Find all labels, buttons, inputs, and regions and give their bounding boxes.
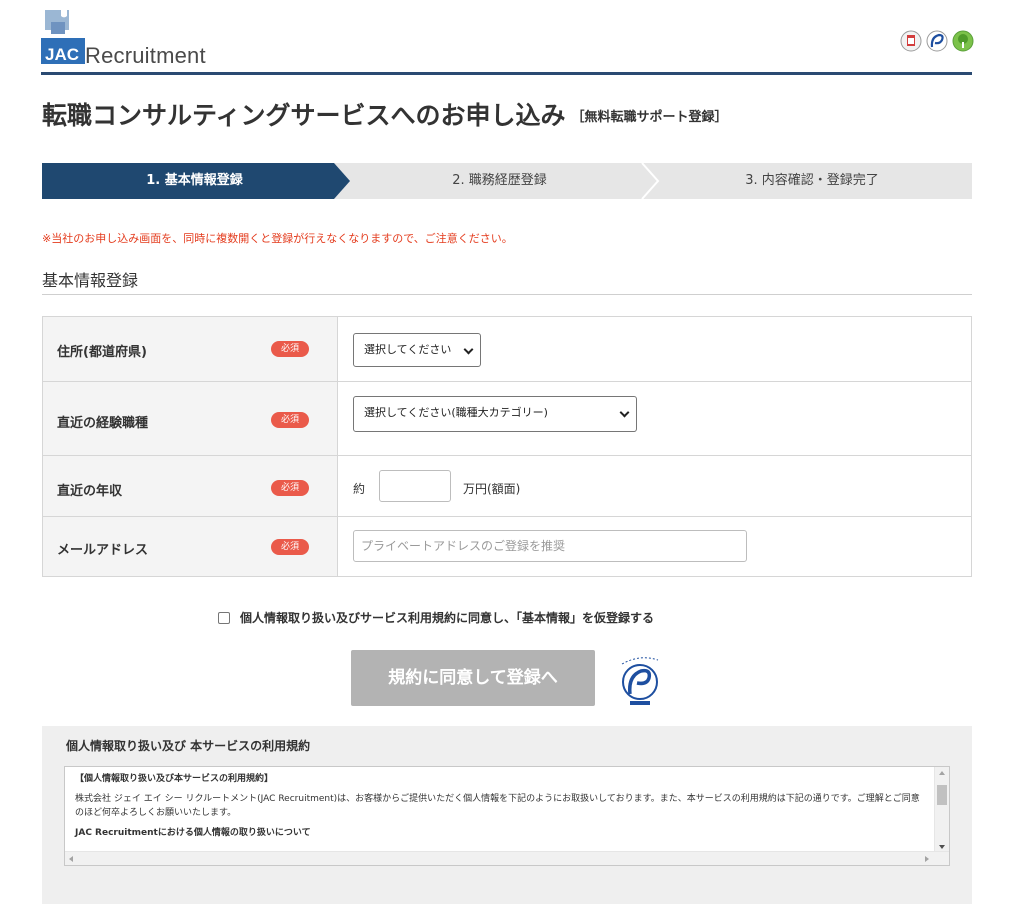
progress-steps: 1. 基本情報登録 2. 職務経歴登録 3. 内容確認・登録完了	[42, 163, 972, 199]
section-divider	[42, 294, 972, 295]
submit-button[interactable]: 規約に同意して登録へ	[351, 650, 595, 706]
prefecture-select-value: 選択してください	[364, 343, 452, 356]
scrollbar-thumb[interactable]	[937, 785, 947, 805]
form-row-job-category: 直近の経験職種 必須 選択してください(職種大カテゴリー)	[43, 382, 971, 456]
terms-title: 個人情報取り扱い及び 本サービスの利用規約	[66, 739, 311, 753]
job-category-select[interactable]: 選択してください(職種大カテゴリー)	[353, 396, 637, 432]
section-title: 基本情報登録	[42, 271, 139, 290]
site-header: JAC Recruitment	[0, 0, 1024, 78]
prefecture-select[interactable]: 選択してください	[353, 333, 481, 367]
agree-checkbox[interactable]	[218, 611, 230, 624]
scroll-down-icon[interactable]	[939, 845, 945, 849]
email-placeholder: プライベートアドレスのご登録を推奨	[361, 539, 566, 553]
jac-logo[interactable]: JAC Recruitment	[41, 8, 211, 68]
prefecture-label: 住所(都道府県)	[57, 345, 147, 360]
income-input[interactable]	[379, 470, 451, 502]
terms-content: 【個人情報取り扱い及び本サービスの利用規約】 株式会社 ジェイ エイ シー リク…	[75, 772, 925, 840]
warning-notice: ※当社のお申し込み画面を、同時に複数開くと登録が行えなくなりますので、ご注意くだ…	[42, 232, 513, 245]
step-2: 2. 職務経歴登録	[452, 173, 547, 188]
required-badge: 必須	[271, 341, 309, 357]
terms-section: 個人情報取り扱い及び 本サービスの利用規約 【個人情報取り扱い及び本サービスの利…	[42, 726, 972, 904]
income-label: 直近の年収	[57, 484, 123, 499]
badge-group	[900, 30, 974, 52]
logo-mark-text: JAC	[45, 45, 79, 64]
chevron-down-icon	[463, 344, 474, 355]
terms-subheading: JAC Recruitmentにおける個人情報の取り扱いについて	[75, 828, 311, 838]
row-label-cell: 直近の年収 必須	[43, 456, 338, 516]
scroll-left-icon[interactable]	[69, 856, 73, 862]
terms-heading: 【個人情報取り扱い及び本サービスの利用規約】	[75, 774, 274, 784]
row-field-cell: 選択してください(職種大カテゴリー)	[339, 382, 971, 455]
agree-row[interactable]: 個人情報取り扱い及びサービス利用規約に同意し、「基本情報」を仮登録する	[218, 609, 654, 626]
vertical-scrollbar[interactable]	[934, 767, 949, 853]
row-label-cell: メールアドレス 必須	[43, 517, 338, 576]
income-prefix: 約	[353, 482, 366, 496]
required-badge: 必須	[271, 480, 309, 496]
form-row-prefecture: 住所(都道府県) 必須 選択してください	[43, 317, 971, 382]
header-divider	[41, 72, 972, 75]
row-label-cell: 住所(都道府県) 必須	[43, 317, 338, 381]
row-field-cell: プライベートアドレスのご登録を推奨	[339, 517, 971, 576]
form-row-email: メールアドレス 必須 プライベートアドレスのご登録を推奨	[43, 517, 971, 576]
page-subtitle: ［無料転職サポート登録］	[571, 110, 728, 125]
job-category-label: 直近の経験職種	[57, 416, 149, 431]
required-badge: 必須	[271, 539, 309, 555]
privacy-seal-icon	[900, 30, 922, 52]
job-category-select-value: 選択してください(職種大カテゴリー)	[364, 406, 548, 419]
row-label-cell: 直近の経験職種 必須	[43, 382, 338, 455]
terms-body: 株式会社 ジェイ エイ シー リクルートメント(JAC Recruitment)…	[75, 794, 920, 818]
email-label: メールアドレス	[57, 543, 149, 558]
required-badge: 必須	[271, 412, 309, 428]
step-3: 3. 内容確認・登録完了	[745, 173, 879, 188]
agree-label[interactable]: 個人情報取り扱い及びサービス利用規約に同意し、「基本情報」を仮登録する	[240, 609, 654, 626]
scroll-right-icon[interactable]	[925, 856, 929, 862]
pmark-icon	[926, 30, 948, 52]
privacy-mark-icon	[621, 657, 659, 705]
terms-scroll-box[interactable]: 【個人情報取り扱い及び本サービスの利用規約】 株式会社 ジェイ エイ シー リク…	[64, 766, 950, 866]
eco-badge-icon	[952, 30, 974, 52]
scroll-up-icon[interactable]	[939, 771, 945, 775]
form-row-income: 直近の年収 必須 約 万円(額面)	[43, 456, 971, 517]
email-input[interactable]: プライベートアドレスのご登録を推奨	[353, 530, 747, 562]
chevron-down-icon	[619, 407, 630, 418]
logo-text: Recruitment	[85, 43, 206, 68]
basic-info-form: 住所(都道府県) 必須 選択してください 直近の経験職種 必須 選択してください…	[42, 316, 972, 577]
page-title: 転職コンサルティングサービスへのお申し込み ［無料転職サポート登録］	[42, 96, 728, 132]
row-field-cell: 約 万円(額面)	[339, 456, 971, 516]
horizontal-scrollbar[interactable]	[65, 851, 949, 865]
income-suffix: 万円(額面)	[463, 482, 521, 496]
page-title-text: 転職コンサルティングサービスへのお申し込み	[42, 101, 566, 130]
step-1: 1. 基本情報登録	[146, 173, 243, 188]
row-field-cell: 選択してください	[339, 317, 971, 381]
jac-logo-icon: JAC	[41, 10, 85, 64]
